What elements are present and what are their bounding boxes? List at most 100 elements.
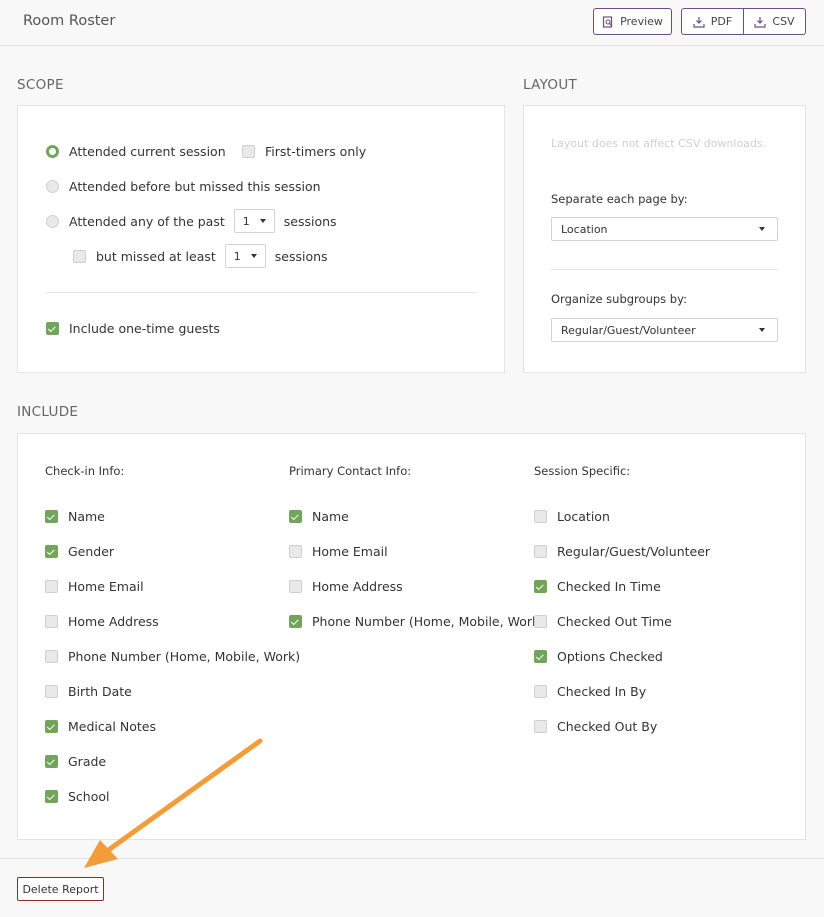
radio-unselected[interactable] xyxy=(46,180,59,193)
separate-select[interactable]: Location xyxy=(551,217,778,241)
checkbox-unchecked[interactable] xyxy=(289,545,302,558)
checkbox-checked[interactable] xyxy=(534,580,547,593)
missed-sessions-select[interactable]: 1 xyxy=(224,244,266,268)
first-timers-label: First-timers only xyxy=(265,144,367,159)
preview-label: Preview xyxy=(620,15,663,28)
include-option-checkin[interactable]: Home Email xyxy=(45,579,144,594)
separate-value: Location xyxy=(561,222,608,236)
checkbox-unchecked[interactable] xyxy=(534,545,547,558)
include-option-session[interactable]: Checked In Time xyxy=(534,579,661,594)
include-option-label: Home Address xyxy=(312,579,403,594)
page-title: Room Roster xyxy=(23,13,116,29)
include-option-session[interactable]: Checked Out Time xyxy=(534,614,672,629)
checkbox-unchecked[interactable] xyxy=(289,580,302,593)
attended-any-past-option[interactable]: Attended any of the past 1 sessions xyxy=(46,209,337,233)
include-option-label: Gender xyxy=(68,544,115,559)
radio-selected[interactable] xyxy=(46,145,59,158)
include-option-checkin[interactable]: Medical Notes xyxy=(45,719,156,734)
checkbox-unchecked[interactable] xyxy=(534,685,547,698)
include-guests-checkbox[interactable] xyxy=(46,322,59,335)
include-option-label: Home Email xyxy=(312,544,388,559)
include-option-session[interactable]: Options Checked xyxy=(534,649,663,664)
include-option-primary[interactable]: Phone Number (Home, Mobile, Work) xyxy=(289,614,544,629)
organize-select[interactable]: Regular/Guest/Volunteer xyxy=(551,318,778,342)
but-missed-label: but missed at least xyxy=(96,248,216,264)
checkbox-checked[interactable] xyxy=(289,615,302,628)
missed-sessions-value: 1 xyxy=(233,249,241,263)
checkbox-checked[interactable] xyxy=(45,510,58,523)
attended-before-option[interactable]: Attended before but missed this session xyxy=(46,179,321,194)
include-guests-label: Include one-time guests xyxy=(69,321,220,336)
download-icon xyxy=(754,16,766,28)
layout-panel: Layout does not affect CSV downloads. Se… xyxy=(523,105,806,373)
include-option-label: Checked In Time xyxy=(557,579,661,594)
include-option-checkin[interactable]: Gender xyxy=(45,544,114,559)
caret-down-icon xyxy=(759,227,765,231)
include-option-label: Birth Date xyxy=(68,684,132,699)
attended-current-option[interactable]: Attended current session xyxy=(46,144,226,159)
checkbox-unchecked[interactable] xyxy=(45,685,58,698)
csv-label: CSV xyxy=(772,15,795,28)
include-option-checkin[interactable]: Home Address xyxy=(45,614,159,629)
include-option-checkin[interactable]: Phone Number (Home, Mobile, Work) xyxy=(45,649,300,664)
attended-before-label: Attended before but missed this session xyxy=(69,179,321,194)
download-button-group: PDF CSV xyxy=(681,8,806,35)
include-option-checkin[interactable]: Birth Date xyxy=(45,684,132,699)
caret-down-icon xyxy=(250,254,257,258)
include-option-primary[interactable]: Home Email xyxy=(289,544,388,559)
include-option-session[interactable]: Regular/Guest/Volunteer xyxy=(534,544,710,559)
layout-section-title: LAYOUT xyxy=(523,77,578,93)
layout-note: Layout does not affect CSV downloads. xyxy=(551,137,767,150)
sessions-word: sessions xyxy=(283,213,337,229)
include-option-checkin[interactable]: Name xyxy=(45,509,105,524)
session-specific-header: Session Specific: xyxy=(534,464,631,478)
include-option-label: Home Email xyxy=(68,579,144,594)
pdf-button[interactable]: PDF xyxy=(682,9,743,34)
checkbox-unchecked[interactable] xyxy=(45,580,58,593)
include-option-session[interactable]: Checked In By xyxy=(534,684,646,699)
checkbox-unchecked[interactable] xyxy=(45,615,58,628)
separate-label: Separate each page by: xyxy=(551,192,688,206)
past-sessions-select[interactable]: 1 xyxy=(233,209,275,233)
but-missed-option[interactable]: but missed at least 1 sessions xyxy=(73,244,328,268)
checkin-info-header: Check-in Info: xyxy=(45,464,125,478)
csv-button[interactable]: CSV xyxy=(743,9,805,34)
delete-report-button[interactable]: Delete Report xyxy=(17,877,104,901)
pdf-label: PDF xyxy=(710,15,733,28)
include-option-label: Regular/Guest/Volunteer xyxy=(557,544,711,559)
attended-any-past-label: Attended any of the past xyxy=(69,213,225,229)
include-option-primary[interactable]: Name xyxy=(289,509,349,524)
include-option-label: Home Address xyxy=(68,614,159,629)
checkbox-checked[interactable] xyxy=(45,755,58,768)
sessions-word: sessions xyxy=(274,248,328,264)
checkbox-unchecked[interactable] xyxy=(45,650,58,663)
checkbox-checked[interactable] xyxy=(534,650,547,663)
preview-button[interactable]: Preview xyxy=(593,8,672,35)
include-option-session[interactable]: Checked Out By xyxy=(534,719,657,734)
attended-current-label: Attended current session xyxy=(69,144,226,159)
checkbox-unchecked[interactable] xyxy=(534,615,547,628)
checkbox-checked[interactable] xyxy=(45,790,58,803)
include-option-label: Checked Out Time xyxy=(557,614,672,629)
include-section-title: INCLUDE xyxy=(17,404,79,420)
layout-divider xyxy=(551,269,778,270)
radio-unselected[interactable] xyxy=(46,214,59,228)
first-timers-option[interactable]: First-timers only xyxy=(242,144,366,159)
checkbox-unchecked[interactable] xyxy=(534,720,547,733)
include-option-label: Name xyxy=(68,509,105,524)
checkbox-checked[interactable] xyxy=(289,510,302,523)
include-option-session[interactable]: Location xyxy=(534,509,610,524)
checkbox-unchecked[interactable] xyxy=(534,510,547,523)
checkbox-checked[interactable] xyxy=(45,720,58,733)
organize-label: Organize subgroups by: xyxy=(551,292,687,306)
include-option-label: Name xyxy=(312,509,349,524)
but-missed-checkbox[interactable] xyxy=(73,249,86,263)
include-option-label: Options Checked xyxy=(557,649,663,664)
first-timers-checkbox[interactable] xyxy=(242,145,255,158)
include-guests-option[interactable]: Include one-time guests xyxy=(46,321,220,336)
checkbox-checked[interactable] xyxy=(45,545,58,558)
include-option-primary[interactable]: Home Address xyxy=(289,579,403,594)
scope-panel: Attended current session First-timers on… xyxy=(17,105,505,373)
caret-down-icon xyxy=(759,328,765,332)
download-icon xyxy=(693,16,705,28)
